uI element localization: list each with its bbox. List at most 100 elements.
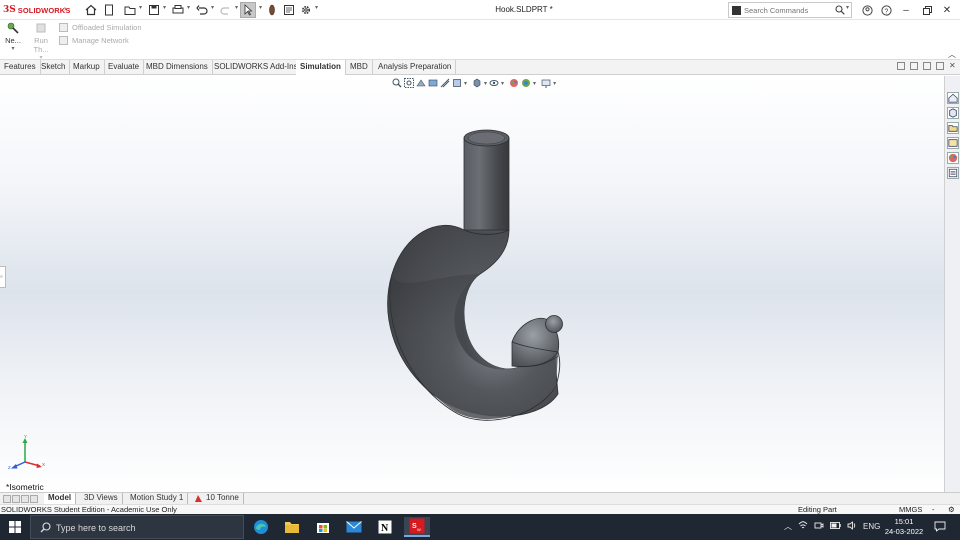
doc-minimize-icon[interactable]: [923, 62, 931, 70]
restore-icon[interactable]: [920, 3, 934, 17]
status-bar: SOLIDWORKS Student Edition - Academic Us…: [0, 504, 960, 514]
document-window-controls: ✕: [897, 62, 957, 70]
meet-now-icon[interactable]: [814, 521, 824, 532]
manage-network-icon: [59, 36, 68, 45]
dynamic-annotation-icon[interactable]: [440, 78, 450, 88]
microsoft-store-icon[interactable]: [312, 517, 334, 537]
new-study-icon: [7, 22, 19, 34]
notifications-icon[interactable]: [934, 521, 946, 534]
search-input[interactable]: [744, 4, 836, 16]
taskbar-clock[interactable]: 15:01 24-03-2022: [878, 517, 930, 537]
zoom-to-fit-icon[interactable]: [392, 78, 402, 88]
minimize-icon[interactable]: –: [899, 3, 913, 17]
file-explorer-taskbar-icon[interactable]: [281, 517, 303, 537]
svg-text:Z: Z: [8, 465, 11, 470]
hide-show-items-icon[interactable]: [489, 78, 499, 88]
view-settings-dropdown-icon[interactable]: ▾: [553, 80, 556, 87]
tab-mbd-dimensions[interactable]: MBD Dimensions: [142, 60, 213, 75]
custom-properties-icon[interactable]: [947, 167, 959, 179]
hide-show-dropdown-icon[interactable]: ▾: [501, 80, 504, 87]
user-account-icon[interactable]: [860, 3, 874, 17]
previous-view-icon[interactable]: [416, 78, 426, 88]
doc-close-icon[interactable]: ✕: [949, 62, 957, 70]
command-prompt-icon: [732, 6, 741, 15]
zoom-to-area-icon[interactable]: [404, 78, 414, 88]
tab-analysis-preparation[interactable]: Analysis Preparation: [374, 60, 457, 75]
split-view-icon[interactable]: [897, 62, 905, 70]
solidworks-taskbar-icon[interactable]: SW: [404, 517, 430, 537]
scroll-next-icon[interactable]: [21, 495, 29, 503]
scroll-last-icon[interactable]: [30, 495, 38, 503]
manage-network-button[interactable]: Manage Network: [59, 36, 129, 45]
tab-model[interactable]: Model: [44, 493, 77, 504]
tab-features[interactable]: Features: [0, 60, 41, 75]
battery-icon[interactable]: [830, 522, 841, 531]
offloaded-simulation-icon: [59, 23, 68, 32]
apply-scene-dropdown-icon[interactable]: ▾: [533, 80, 536, 87]
svg-text:?: ?: [884, 8, 888, 15]
help-icon[interactable]: ?: [879, 3, 893, 17]
tab-evaluate[interactable]: Evaluate: [104, 60, 145, 75]
tab-3d-views[interactable]: 3D Views: [80, 493, 123, 504]
title-bar: 3S SOLIDWORKS › ▾ ▾ ▾ ▾ ▾ ▾ ▾ Hook.SLDPR…: [0, 0, 960, 20]
notion-icon[interactable]: N: [374, 517, 396, 537]
edge-browser-icon[interactable]: [250, 517, 272, 537]
edit-appearance-icon[interactable]: [509, 78, 519, 88]
windows-taskbar: Type here to search N SW ︿ ENG 15:01 24-…: [0, 514, 960, 540]
design-library-icon[interactable]: [947, 107, 959, 119]
taskbar-search-box[interactable]: Type here to search: [30, 515, 244, 539]
tab-sketch[interactable]: Sketch: [37, 60, 71, 75]
solidworks-resources-icon[interactable]: [947, 92, 959, 104]
search-commands-box[interactable]: [728, 2, 852, 18]
clock-time: 15:01: [894, 517, 914, 526]
tile-view-icon[interactable]: [910, 62, 918, 70]
svg-text:Y: Y: [24, 434, 27, 439]
apply-scene-icon[interactable]: [521, 78, 531, 88]
close-icon[interactable]: ✕: [940, 3, 954, 17]
view-orientation-label: *Isometric: [6, 482, 44, 492]
mail-icon[interactable]: [343, 517, 365, 537]
scroll-prev-icon[interactable]: [12, 495, 20, 503]
volume-icon[interactable]: [847, 521, 857, 532]
tab-10-tonne[interactable]: 10 Tonne: [190, 493, 244, 504]
file-explorer-icon[interactable]: [947, 122, 959, 134]
clock-date: 24-03-2022: [884, 527, 924, 536]
tab-markup[interactable]: Markup: [69, 60, 105, 75]
view-palette-icon[interactable]: [947, 137, 959, 149]
view-settings-icon[interactable]: [541, 78, 551, 88]
feature-manager-expand-handle[interactable]: »: [0, 266, 6, 288]
view-orientation-icon[interactable]: [452, 78, 462, 88]
new-study-button[interactable]: Ne... ▾: [2, 22, 24, 52]
new-study-dropdown-icon[interactable]: ▾: [2, 45, 24, 52]
windows-start-icon[interactable]: [9, 521, 21, 533]
scroll-first-icon[interactable]: [3, 495, 11, 503]
manage-network-label: Manage Network: [72, 36, 129, 45]
offloaded-simulation-button[interactable]: Offloaded Simulation: [59, 23, 142, 32]
svg-text:W: W: [417, 527, 421, 532]
section-view-icon[interactable]: [428, 78, 438, 88]
display-style-icon[interactable]: [472, 78, 482, 88]
network-wifi-icon[interactable]: [798, 521, 808, 532]
show-hidden-icons-icon[interactable]: ︿: [784, 521, 792, 532]
run-study-label: Run Th...: [33, 36, 49, 54]
graphics-area[interactable]: ▾ ▾ ▾ ▾ ▾ » Y X Z *Isometric: [0, 76, 944, 492]
run-study-icon: [35, 22, 47, 34]
search-options-dropdown-icon[interactable]: ▾: [846, 4, 849, 11]
command-manager-tabs: Features Sketch Markup Evaluate MBD Dime…: [0, 60, 960, 75]
tab-mbd[interactable]: MBD: [346, 60, 373, 75]
run-this-study-button[interactable]: Run Th... ▾: [28, 22, 54, 61]
appearances-scenes-icon[interactable]: [947, 152, 959, 164]
display-style-dropdown-icon[interactable]: ▾: [484, 80, 487, 87]
search-icon[interactable]: [835, 5, 845, 17]
view-orientation-dropdown-icon[interactable]: ▾: [464, 80, 467, 87]
collapse-ribbon-icon[interactable]: ︿: [948, 49, 956, 60]
reference-triad[interactable]: Y X Z: [6, 434, 46, 474]
doc-restore-icon[interactable]: [936, 62, 944, 70]
tab-solidworks-add-ins[interactable]: SOLIDWORKS Add-Ins: [210, 60, 303, 75]
tab-simulation[interactable]: Simulation: [296, 60, 346, 75]
taskbar-search-icon: [40, 522, 51, 535]
simulation-study-icon: [195, 495, 202, 502]
hook-3d-model[interactable]: [378, 124, 578, 424]
new-study-label: Ne...: [5, 36, 21, 45]
tab-motion-study-1[interactable]: Motion Study 1: [126, 493, 189, 504]
